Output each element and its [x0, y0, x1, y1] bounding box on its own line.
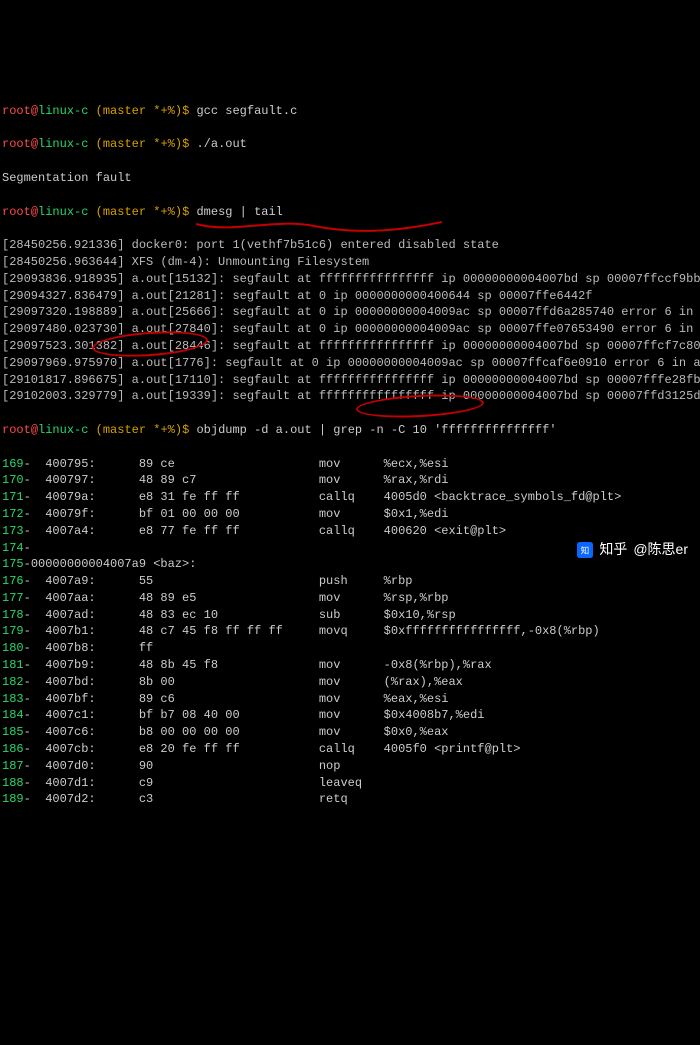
watermark: 知 知乎 @陈思er — [577, 540, 688, 560]
disasm-line: 170- 400797: 48 89 c7 mov %rax,%rdi — [0, 472, 700, 489]
prompt-line-1: root@linux-c (master *+%)$ gcc segfault.… — [0, 103, 700, 120]
disasm-line: 176- 4007a9: 55 push %rbp — [0, 573, 700, 590]
command-3: dmesg | tail — [196, 205, 282, 219]
dmesg-line: [29097969.975970] a.out[1776]: segfault … — [0, 355, 700, 372]
prompt-host: linux-c — [38, 104, 88, 118]
disasm-line: 189- 4007d2: c3 retq — [0, 791, 700, 808]
disasm-line: 169- 400795: 89 ce mov %ecx,%esi — [0, 456, 700, 473]
disasm-line: 184- 4007c1: bf b7 08 40 00 mov $0x4008b… — [0, 707, 700, 724]
prompt-line-3: root@linux-c (master *+%)$ dmesg | tail — [0, 204, 700, 221]
prompt-line-2: root@linux-c (master *+%)$ ./a.out — [0, 136, 700, 153]
prompt-branch: (master *+%) — [96, 104, 182, 118]
disasm-line: 183- 4007bf: 89 c6 mov %eax,%esi — [0, 691, 700, 708]
disasm-line: 171- 40079a: e8 31 fe ff ff callq 4005d0… — [0, 489, 700, 506]
disasm-line: 173- 4007a4: e8 77 fe ff ff callq 400620… — [0, 523, 700, 540]
output-segfault: Segmentation fault — [0, 170, 700, 187]
dmesg-line: [29097320.198889] a.out[25666]: segfault… — [0, 304, 700, 321]
zhihu-icon: 知 — [577, 542, 593, 558]
dmesg-line: [29101817.896675] a.out[17110]: segfault… — [0, 372, 700, 389]
disasm-line: 186- 4007cb: e8 20 fe ff ff callq 4005f0… — [0, 741, 700, 758]
watermark-author: @陈思er — [633, 540, 688, 560]
dmesg-line: [29102003.329779] a.out[19339]: segfault… — [0, 388, 700, 405]
disasm-line: 187- 4007d0: 90 nop — [0, 758, 700, 775]
command-4: objdump -d a.out | grep -n -C 10 'ffffff… — [196, 423, 556, 437]
svg-text:知: 知 — [581, 545, 590, 556]
disasm-line: 185- 4007c6: b8 00 00 00 00 mov $0x0,%ea… — [0, 724, 700, 741]
command-1: gcc segfault.c — [196, 104, 297, 118]
dmesg-line: [29097480.023730] a.out[27840]: segfault… — [0, 321, 700, 338]
dmesg-line: [29094327.836479] a.out[21281]: segfault… — [0, 288, 700, 305]
dmesg-line: [29093836.918935] a.out[15132]: segfault… — [0, 271, 700, 288]
disasm-line: 182- 4007bd: 8b 00 mov (%rax),%eax — [0, 674, 700, 691]
disasm-line: 178- 4007ad: 48 83 ec 10 sub $0x10,%rsp — [0, 607, 700, 624]
disasm-line: 181- 4007b9: 48 8b 45 f8 mov -0x8(%rbp),… — [0, 657, 700, 674]
dmesg-line: [29097523.301382] a.out[28446]: segfault… — [0, 338, 700, 355]
disasm-line: 180- 4007b8: ff — [0, 640, 700, 657]
command-2: ./a.out — [196, 137, 246, 151]
prompt-line-4: root@linux-c (master *+%)$ objdump -d a.… — [0, 422, 700, 439]
dmesg-output: [28450256.921336] docker0: port 1(vethf7… — [0, 237, 700, 405]
dmesg-line: [28450256.963644] XFS (dm-4): Unmounting… — [0, 254, 700, 271]
disassembly-output: 169- 400795: 89 ce mov %ecx,%esi170- 400… — [0, 456, 700, 809]
dmesg-line: [28450256.921336] docker0: port 1(vethf7… — [0, 237, 700, 254]
disasm-line: 179- 4007b1: 48 c7 45 f8 ff ff ff movq $… — [0, 623, 700, 640]
watermark-brand: 知乎 — [599, 540, 627, 560]
prompt-user: root — [2, 104, 31, 118]
disasm-line: 177- 4007aa: 48 89 e5 mov %rsp,%rbp — [0, 590, 700, 607]
disasm-line: 172- 40079f: bf 01 00 00 00 mov $0x1,%ed… — [0, 506, 700, 523]
disasm-line: 188- 4007d1: c9 leaveq — [0, 775, 700, 792]
terminal: root@linux-c (master *+%)$ gcc segfault.… — [0, 67, 700, 844]
